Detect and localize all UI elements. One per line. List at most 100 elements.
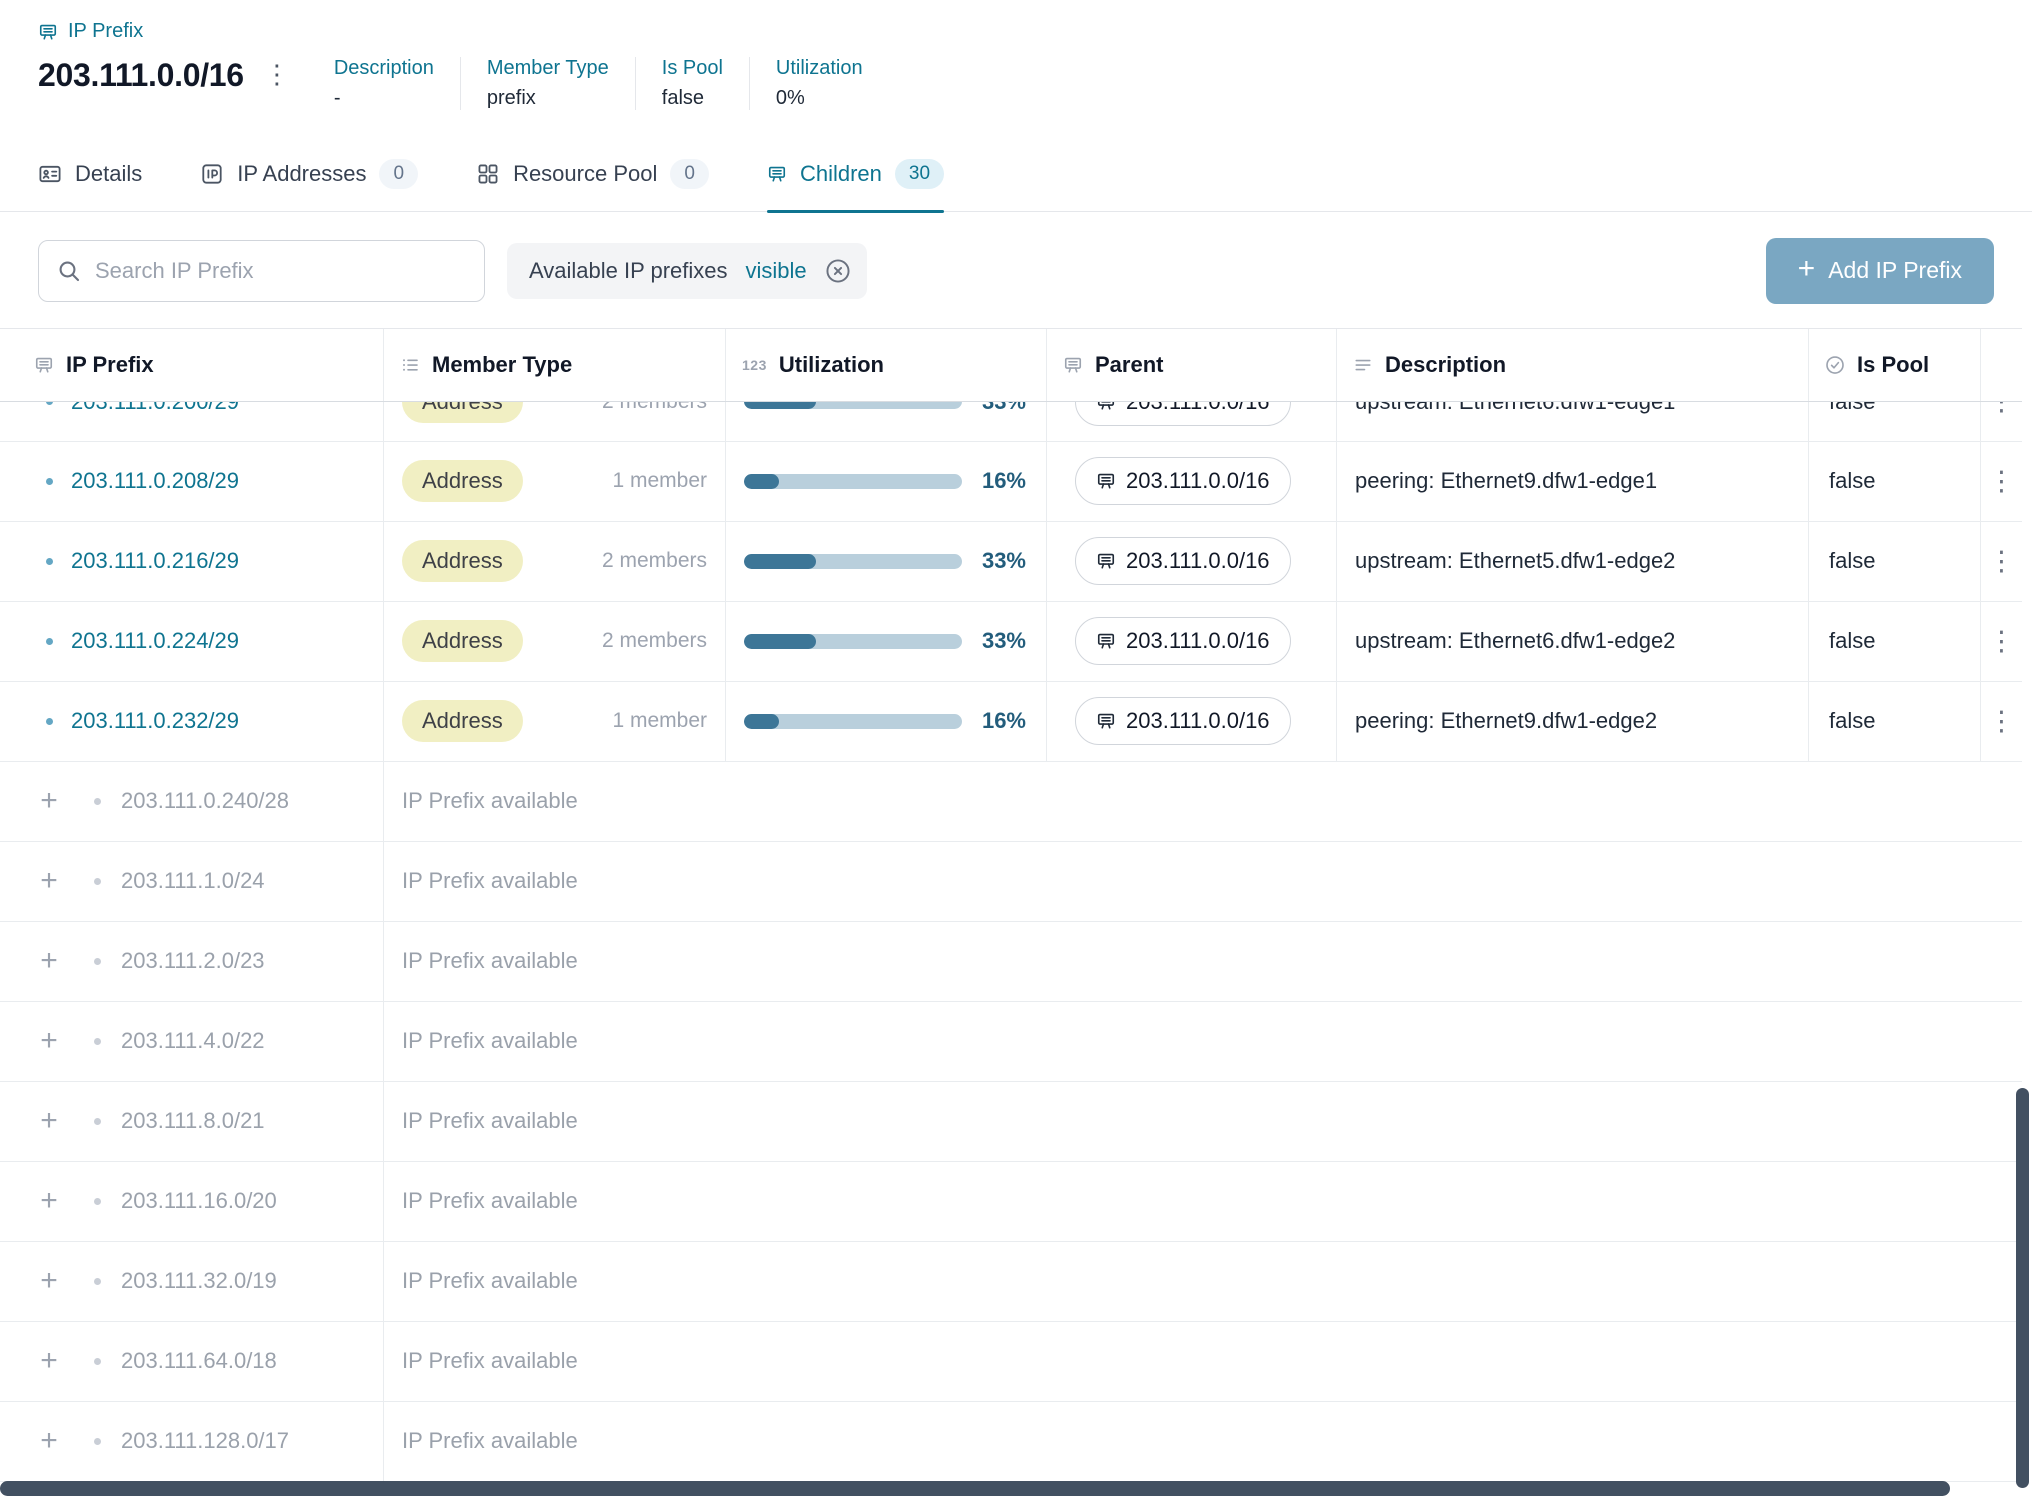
parent-label: 203.111.0.0/16	[1126, 468, 1270, 494]
add-available-prefix-button[interactable]: +	[36, 1266, 62, 1296]
parent-cell: 203.111.0.0/16	[1047, 682, 1337, 761]
filter-chip-label: Available IP prefixes	[529, 258, 728, 284]
tab-children[interactable]: Children30	[767, 159, 944, 211]
parent-link[interactable]: 203.111.0.0/16	[1075, 537, 1291, 585]
table-row: 203.111.0.216/29Address2 members33%203.1…	[0, 522, 2022, 602]
meta-label: Description	[334, 57, 434, 80]
prefix-cell: +203.111.1.0/24	[0, 842, 384, 921]
prefix-link[interactable]: 203.111.0.224/29	[71, 628, 239, 654]
actions-cell: ⋮	[1981, 682, 2022, 761]
available-prefix-label: 203.111.2.0/23	[121, 948, 265, 974]
column-header-label: Utilization	[779, 352, 884, 378]
member-count: 1 member	[612, 709, 707, 733]
add-available-prefix-button[interactable]: +	[36, 946, 62, 976]
breadcrumb[interactable]: IP Prefix	[38, 20, 143, 43]
status-dot	[94, 1278, 101, 1285]
column-header-actions	[1981, 329, 2022, 401]
tab-ip-addresses[interactable]: IP Addresses0	[200, 159, 418, 211]
parent-link[interactable]: 203.111.0.0/16	[1075, 617, 1291, 665]
add-available-prefix-button[interactable]: +	[36, 786, 62, 816]
meta-utilization: Utilization0%	[749, 57, 889, 110]
add-available-prefix-button[interactable]: +	[36, 1426, 62, 1456]
prefix-link[interactable]: 203.111.0.232/29	[71, 708, 239, 734]
parent-cell: 203.111.0.0/16	[1047, 402, 1337, 442]
add-available-prefix-button[interactable]: +	[36, 1346, 62, 1376]
member-type-badge: Address	[402, 540, 523, 582]
utilization-value: 33%	[982, 402, 1026, 415]
search-input[interactable]	[95, 258, 466, 284]
column-header-utilization[interactable]: 123Utilization	[726, 329, 1047, 401]
parent-link[interactable]: 203.111.0.0/16	[1075, 457, 1291, 505]
add-ip-prefix-button[interactable]: + Add IP Prefix	[1766, 238, 1994, 304]
prefix-cell: 203.111.0.200/29	[0, 402, 384, 442]
add-available-prefix-button[interactable]: +	[36, 1106, 62, 1136]
table-header: IP PrefixMember Type123UtilizationParent…	[0, 328, 2022, 402]
is-pool-cell: false	[1809, 682, 1981, 761]
row-menu-button[interactable]: ⋮	[1981, 464, 2022, 499]
parent-link[interactable]: 203.111.0.0/16	[1075, 697, 1291, 745]
title-row: 203.111.0.0/16 ⋮ Description-Member Type…	[38, 57, 1994, 129]
prefix-link[interactable]: 203.111.0.208/29	[71, 468, 239, 494]
filter-remove-button[interactable]	[825, 258, 851, 284]
meta-description: Description-	[308, 57, 460, 110]
add-ip-prefix-label: Add IP Prefix	[1828, 257, 1962, 284]
row-menu-button[interactable]: ⋮	[1981, 544, 2022, 579]
prefix-cell: +203.111.128.0/17	[0, 1402, 384, 1481]
title-menu-button[interactable]: ⋮	[264, 61, 290, 87]
column-header-label: Is Pool	[1857, 352, 1929, 378]
available-row: +203.111.64.0/18IP Prefix available	[0, 1322, 2022, 1402]
available-note: IP Prefix available	[384, 842, 2022, 921]
status-dot	[46, 558, 53, 565]
utilization-cell: 16%	[726, 442, 1047, 521]
column-header-description[interactable]: Description	[1337, 329, 1809, 401]
available-note: IP Prefix available	[384, 1082, 2022, 1161]
row-menu-button[interactable]: ⋮	[1981, 624, 2022, 659]
tab-label: Resource Pool	[513, 161, 657, 187]
available-row: +203.111.4.0/22IP Prefix available	[0, 1002, 2022, 1082]
available-prefix-label: 203.111.64.0/18	[121, 1348, 277, 1374]
row-menu-button[interactable]: ⋮	[1981, 402, 2022, 420]
prefix-icon	[38, 22, 58, 42]
column-header-is-pool[interactable]: Is Pool	[1809, 329, 1981, 401]
page-header: IP Prefix 203.111.0.0/16 ⋮ Description-M…	[0, 0, 2032, 129]
available-prefix-label: 203.111.16.0/20	[121, 1188, 277, 1214]
available-row: +203.111.128.0/17IP Prefix available	[0, 1402, 2022, 1482]
utilization-value: 33%	[982, 548, 1026, 574]
member-type-badge: Address	[402, 620, 523, 662]
vertical-scrollbar-thumb[interactable]	[2016, 1088, 2029, 1488]
column-header-ip-prefix[interactable]: IP Prefix	[0, 329, 384, 401]
add-available-prefix-button[interactable]: +	[36, 866, 62, 896]
prefix-link[interactable]: 203.111.0.216/29	[71, 548, 239, 574]
prefix-icon	[1096, 631, 1116, 651]
column-header-member-type[interactable]: Member Type	[384, 329, 726, 401]
member-type-badge: Address	[402, 700, 523, 742]
row-menu-button[interactable]: ⋮	[1981, 704, 2022, 739]
parent-link[interactable]: 203.111.0.0/16	[1075, 402, 1291, 426]
is-pool-cell: false	[1809, 442, 1981, 521]
column-header-parent[interactable]: Parent	[1047, 329, 1337, 401]
prefix-cell: +203.111.64.0/18	[0, 1322, 384, 1401]
add-available-prefix-button[interactable]: +	[36, 1026, 62, 1056]
utilization-cell: 33%	[726, 522, 1047, 601]
prefix-link[interactable]: 203.111.0.200/29	[71, 402, 239, 415]
utilization-cell: 33%	[726, 402, 1047, 442]
add-available-prefix-button[interactable]: +	[36, 1186, 62, 1216]
tab-resource-pool[interactable]: Resource Pool0	[476, 159, 709, 211]
search-box[interactable]	[38, 240, 485, 302]
available-prefix-label: 203.111.128.0/17	[121, 1428, 289, 1454]
utilization-value: 16%	[982, 708, 1026, 734]
prefix-cell: +203.111.32.0/19	[0, 1242, 384, 1321]
prefix-icon	[1096, 711, 1116, 731]
horizontal-scrollbar-thumb[interactable]	[0, 1481, 1950, 1496]
parent-label: 203.111.0.0/16	[1126, 708, 1270, 734]
utilization-bar	[744, 554, 962, 569]
prefix-cell: +203.111.4.0/22	[0, 1002, 384, 1081]
available-note: IP Prefix available	[384, 1242, 2022, 1321]
tab-bar: DetailsIP Addresses0Resource Pool0Childr…	[0, 129, 2032, 212]
filter-chip: Available IP prefixes visible	[507, 243, 867, 299]
tab-details[interactable]: Details	[38, 159, 142, 211]
tab-badge: 0	[379, 159, 418, 189]
ip-icon	[200, 162, 224, 186]
member-count: 2 members	[602, 629, 707, 653]
available-note: IP Prefix available	[384, 1402, 2022, 1481]
